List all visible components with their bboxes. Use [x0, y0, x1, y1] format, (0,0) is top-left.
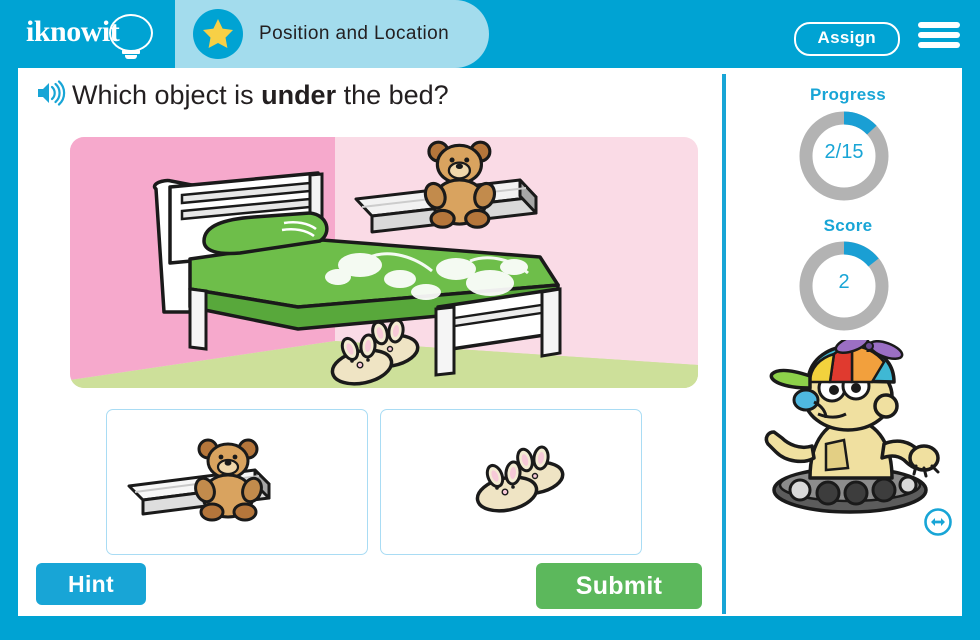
teddy-bear-scene [423, 140, 497, 229]
score-label: Score [823, 216, 873, 235]
status-sidebar: Progress 2/15 Score 2 [734, 68, 962, 616]
question-prefix: Which object is [72, 80, 262, 110]
progress-value: 2/15 [824, 141, 864, 163]
lightbulb-icon [109, 14, 153, 52]
iknowit-logo[interactable]: iknowit [26, 12, 166, 59]
speaker-icon[interactable] [36, 80, 66, 111]
option-1-image [475, 445, 565, 513]
answer-option-0[interactable]: teddy bear on shelf [106, 409, 368, 555]
progress-label: Progress [809, 85, 887, 104]
submit-button[interactable]: Submit [536, 563, 702, 609]
assign-button[interactable]: Assign [793, 22, 900, 56]
logo-text: iknowit [26, 15, 120, 48]
app-root: iknowit Position and Location Assign Whi… [0, 0, 980, 640]
menu-bar-2 [918, 32, 960, 38]
hint-button[interactable]: Hint [36, 563, 146, 605]
star-icon [193, 9, 243, 59]
resize-horizontal-icon[interactable] [924, 508, 952, 541]
content-card: Which object is under the bed? Hint Subm… [18, 68, 962, 616]
lesson-title: Position and Location [259, 23, 450, 44]
question-row: Which object is under the bed? [36, 80, 449, 111]
question-keyword: under [261, 80, 337, 110]
panel-divider [722, 74, 726, 614]
answer-option-1[interactable]: bunny slippers [380, 409, 642, 555]
question-illustration [70, 137, 698, 388]
menu-bar-3 [918, 42, 960, 48]
lesson-title-pill: Position and Location [175, 0, 490, 68]
app-header: iknowit Position and Location Assign [0, 0, 980, 68]
option-0-image [127, 438, 271, 522]
lightbulb-base-lower-icon [125, 55, 137, 59]
lightbulb-base-icon [122, 50, 140, 54]
hamburger-menu-icon[interactable] [918, 20, 960, 50]
score-value: 2 [838, 271, 850, 293]
robot-mascot-icon [752, 333, 948, 525]
question-suffix: the bed? [336, 80, 449, 110]
question-text: Which object is under the bed? [72, 80, 449, 111]
menu-bar-1 [918, 22, 960, 28]
